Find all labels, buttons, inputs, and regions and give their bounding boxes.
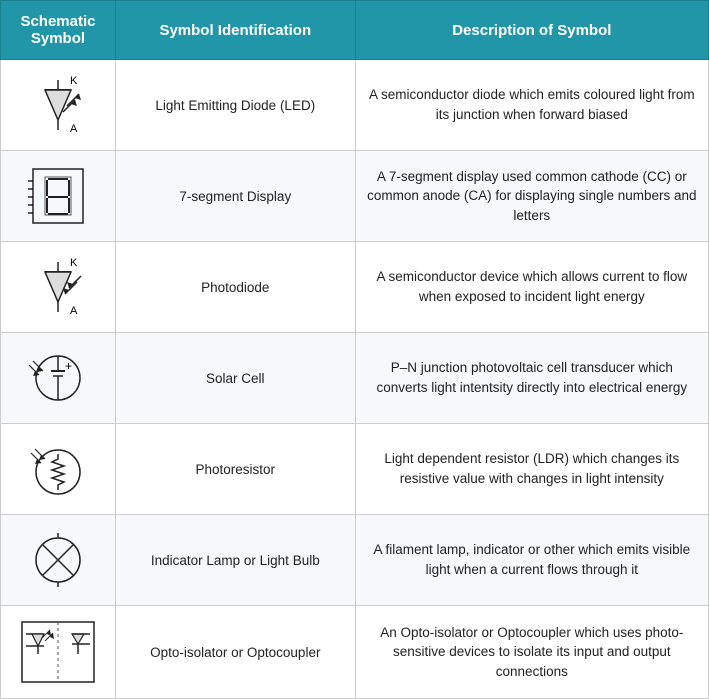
table-row: Indicator Lamp or Light Bulb A filament … [1, 515, 709, 606]
identification-opto-isolator: Opto-isolator or Optocoupler [115, 606, 355, 699]
header-description: Description of Symbol [355, 1, 708, 60]
description-opto-isolator: An Opto-isolator or Optocoupler which us… [355, 606, 708, 699]
symbol-solar-cell: + [1, 333, 116, 424]
identification-photoresistor: Photoresistor [115, 424, 355, 515]
description-indicator-lamp: A filament lamp, indicator or other whic… [355, 515, 708, 606]
identification-solar-cell: Solar Cell [115, 333, 355, 424]
table-row: 7-segment Display A 7-segment display us… [1, 151, 709, 242]
svg-text:A: A [70, 305, 78, 317]
header-symbol: Schematic Symbol [1, 1, 116, 60]
schematic-symbols-table: Schematic Symbol Symbol Identification D… [0, 0, 709, 699]
table-row: K A Photodiode A semiconductor device wh… [1, 242, 709, 333]
symbol-photoresistor [1, 424, 116, 515]
svg-text:K: K [70, 257, 78, 269]
description-photodiode: A semiconductor device which allows curr… [355, 242, 708, 333]
header-identification: Symbol Identification [115, 1, 355, 60]
symbol-photodiode: K A [1, 242, 116, 333]
symbol-led: K A [1, 60, 116, 151]
symbol-opto-isolator [1, 606, 116, 699]
description-photoresistor: Light dependent resistor (LDR) which cha… [355, 424, 708, 515]
identification-seven-seg: 7-segment Display [115, 151, 355, 242]
symbol-seven-seg [1, 151, 116, 242]
table-row: K A [1, 60, 709, 151]
identification-indicator-lamp: Indicator Lamp or Light Bulb [115, 515, 355, 606]
svg-text:K: K [70, 75, 78, 87]
symbol-indicator-lamp [1, 515, 116, 606]
identification-photodiode: Photodiode [115, 242, 355, 333]
description-led: A semiconductor diode which emits colour… [355, 60, 708, 151]
svg-text:A: A [70, 123, 78, 135]
table-row: Photoresistor Light dependent resistor (… [1, 424, 709, 515]
table-row: Opto-isolator or Optocoupler An Opto-iso… [1, 606, 709, 699]
table-row: + Solar Cell P–N junction photovoltaic c… [1, 333, 709, 424]
description-solar-cell: P–N junction photovoltaic cell transduce… [355, 333, 708, 424]
identification-led: Light Emitting Diode (LED) [115, 60, 355, 151]
description-seven-seg: A 7-segment display used common cathode … [355, 151, 708, 242]
svg-text:+: + [65, 359, 72, 373]
